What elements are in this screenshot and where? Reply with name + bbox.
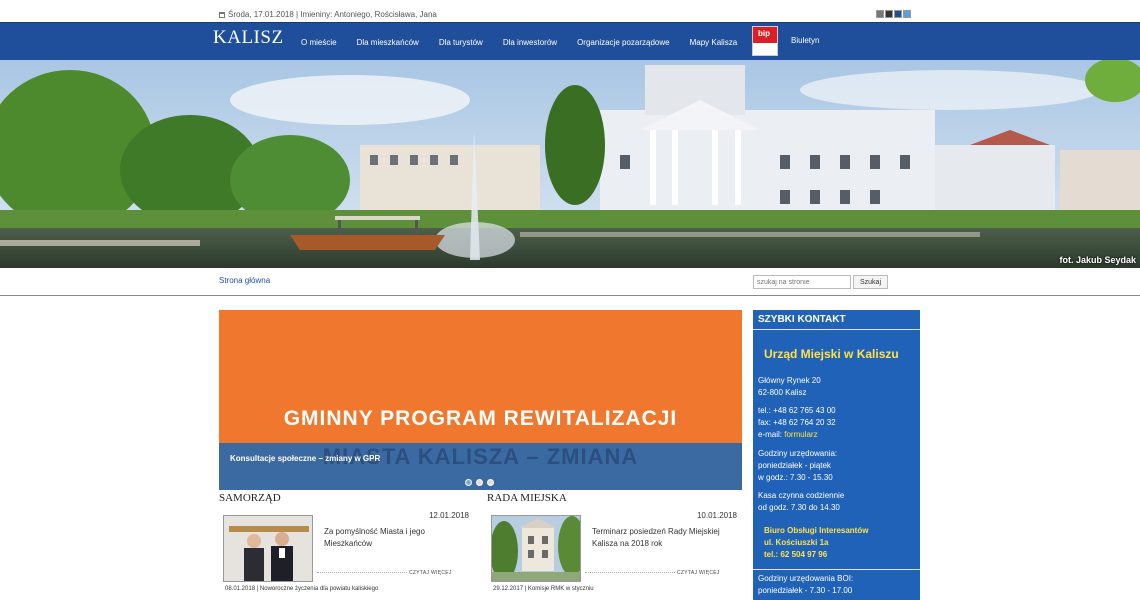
hours-days: poniedziałek - piątek — [758, 461, 831, 470]
cashier-hours-2: od godz. 7.30 do 14.30 — [758, 503, 840, 512]
office-name: Urząd Miejski w Kaliszu — [764, 347, 899, 361]
calendar-icon — [219, 11, 225, 18]
section-rada-miejska: RADA MIEJSKA 10.01.2018 Terminarz posied… — [487, 492, 737, 592]
news-photo — [492, 516, 580, 581]
quick-contact-heading: SZYBKI KONTAKT — [753, 310, 920, 330]
news-description[interactable]: Za pomyślność Miasta i jego Mieszkańców — [324, 526, 469, 550]
menu-item-organizacje[interactable]: Organizacje pozarządowe — [577, 38, 670, 47]
top-bar: Środa, 17.01.2018 | Imieniny: Antoniego,… — [0, 0, 1140, 22]
divider — [585, 572, 675, 573]
section-title[interactable]: RADA MIEJSKA — [487, 492, 737, 504]
contrast-option-4[interactable] — [903, 10, 911, 18]
boi-address: ul. Kościuszki 1a — [764, 538, 829, 547]
slider-caption[interactable]: Konsultacje społeczne – zmiany w GPR — [230, 454, 380, 463]
hero-banner: fot. Jakub Seydak — [0, 60, 1140, 268]
boi-name: Biuro Obsługi Interesantów — [764, 526, 869, 535]
divider — [753, 569, 920, 570]
phone-number: tel.: +48 62 765 43 00 — [758, 406, 836, 415]
slider-dots — [465, 479, 494, 486]
bip-logo[interactable]: bip — [752, 26, 778, 56]
contrast-option-2[interactable] — [885, 10, 893, 18]
hours-time: w godz.: 7.30 - 15.30 — [758, 473, 833, 482]
cashier-hours-1: Kasa czynna codziennie — [758, 491, 845, 500]
boi-hours-label: Godziny urzędowania BOI: — [758, 574, 854, 583]
boi-phone: tel.: 62 504 97 96 — [764, 550, 828, 559]
section-samorzad: SAMORZĄD 12.01.2018 Za pomyślność Miasta… — [219, 492, 469, 592]
date-line: Środa, 17.01.2018 | Imieniny: Antoniego,… — [219, 10, 437, 19]
slider-dot-1[interactable] — [465, 479, 472, 486]
news-thumbnail[interactable] — [491, 515, 581, 582]
address-line-2: 62-800 Kalisz — [758, 388, 807, 397]
slider-dot-3[interactable] — [487, 479, 494, 486]
next-news-item[interactable]: 29.12.2017 | Komisje RMK w styczniu — [493, 586, 594, 592]
biuletyn-link[interactable]: Biuletyn — [791, 36, 819, 45]
photo-credit: fot. Jakub Seydak — [1059, 255, 1136, 265]
menu-item-o-miescie[interactable]: O mieście — [301, 38, 337, 47]
fax-number: fax: +48 62 764 20 32 — [758, 418, 836, 427]
news-date: 12.01.2018 — [428, 511, 469, 520]
search-input[interactable] — [753, 275, 851, 289]
news-date: 10.01.2018 — [696, 511, 737, 520]
menu-item-dla-inwestorow[interactable]: Dla inwestorów — [503, 38, 557, 47]
news-thumbnail[interactable] — [223, 515, 313, 582]
site-logo[interactable]: KALISZ — [213, 27, 284, 49]
date-text: Środa, 17.01.2018 | Imieniny: Antoniego,… — [228, 10, 437, 19]
menu-item-dla-mieszkancow[interactable]: Dla mieszkańców — [357, 38, 419, 47]
contrast-option-1[interactable] — [876, 10, 884, 18]
breadcrumb-home[interactable]: Strona główna — [219, 276, 270, 285]
breadcrumb-bar: Strona główna Szukaj — [0, 268, 1140, 296]
menu-item-dla-turystow[interactable]: Dla turystów — [439, 38, 483, 47]
email-form-link[interactable]: formularz — [784, 430, 817, 439]
main-navbar: KALISZ O mieście Dla mieszkańców Dla tur… — [0, 22, 1140, 60]
news-description[interactable]: Terminarz posiedzeń Rady Miejskiej Kalis… — [592, 526, 737, 550]
next-news-item[interactable]: 08.01.2018 | Noworoczne życzenia dla pow… — [225, 586, 378, 592]
main-menu: O mieście Dla mieszkańców Dla turystów D… — [301, 23, 757, 61]
slider-headline: GMINNY PROGRAM REWITALIZACJI — [283, 407, 678, 430]
hours-label: Godziny urzędowania: — [758, 449, 838, 458]
contrast-option-3[interactable] — [894, 10, 902, 18]
quick-contact-panel: SZYBKI KONTAKT Urząd Miejski w Kaliszu G… — [753, 310, 920, 600]
news-photo — [224, 516, 312, 581]
email-line: e-mail: formularz — [758, 430, 818, 439]
email-label: e-mail: — [758, 430, 783, 439]
search-button[interactable]: Szukaj — [853, 275, 888, 289]
address-line-1: Główny Rynek 20 — [758, 376, 821, 385]
menu-item-mapy[interactable]: Mapy Kalisza — [690, 38, 738, 47]
read-more-link[interactable]: CZYTAJ WIĘCEJ — [409, 570, 452, 576]
bip-text: bip — [758, 29, 770, 38]
contrast-switcher — [876, 10, 911, 18]
read-more-link[interactable]: CZYTAJ WIĘCEJ — [677, 570, 720, 576]
news-slider[interactable]: GMINNY PROGRAM REWITALIZACJI MIASTA KALI… — [219, 310, 742, 490]
slider-dot-2[interactable] — [476, 479, 483, 486]
section-title[interactable]: SAMORZĄD — [219, 492, 469, 504]
divider — [317, 572, 407, 573]
hero-photo — [0, 60, 1140, 268]
